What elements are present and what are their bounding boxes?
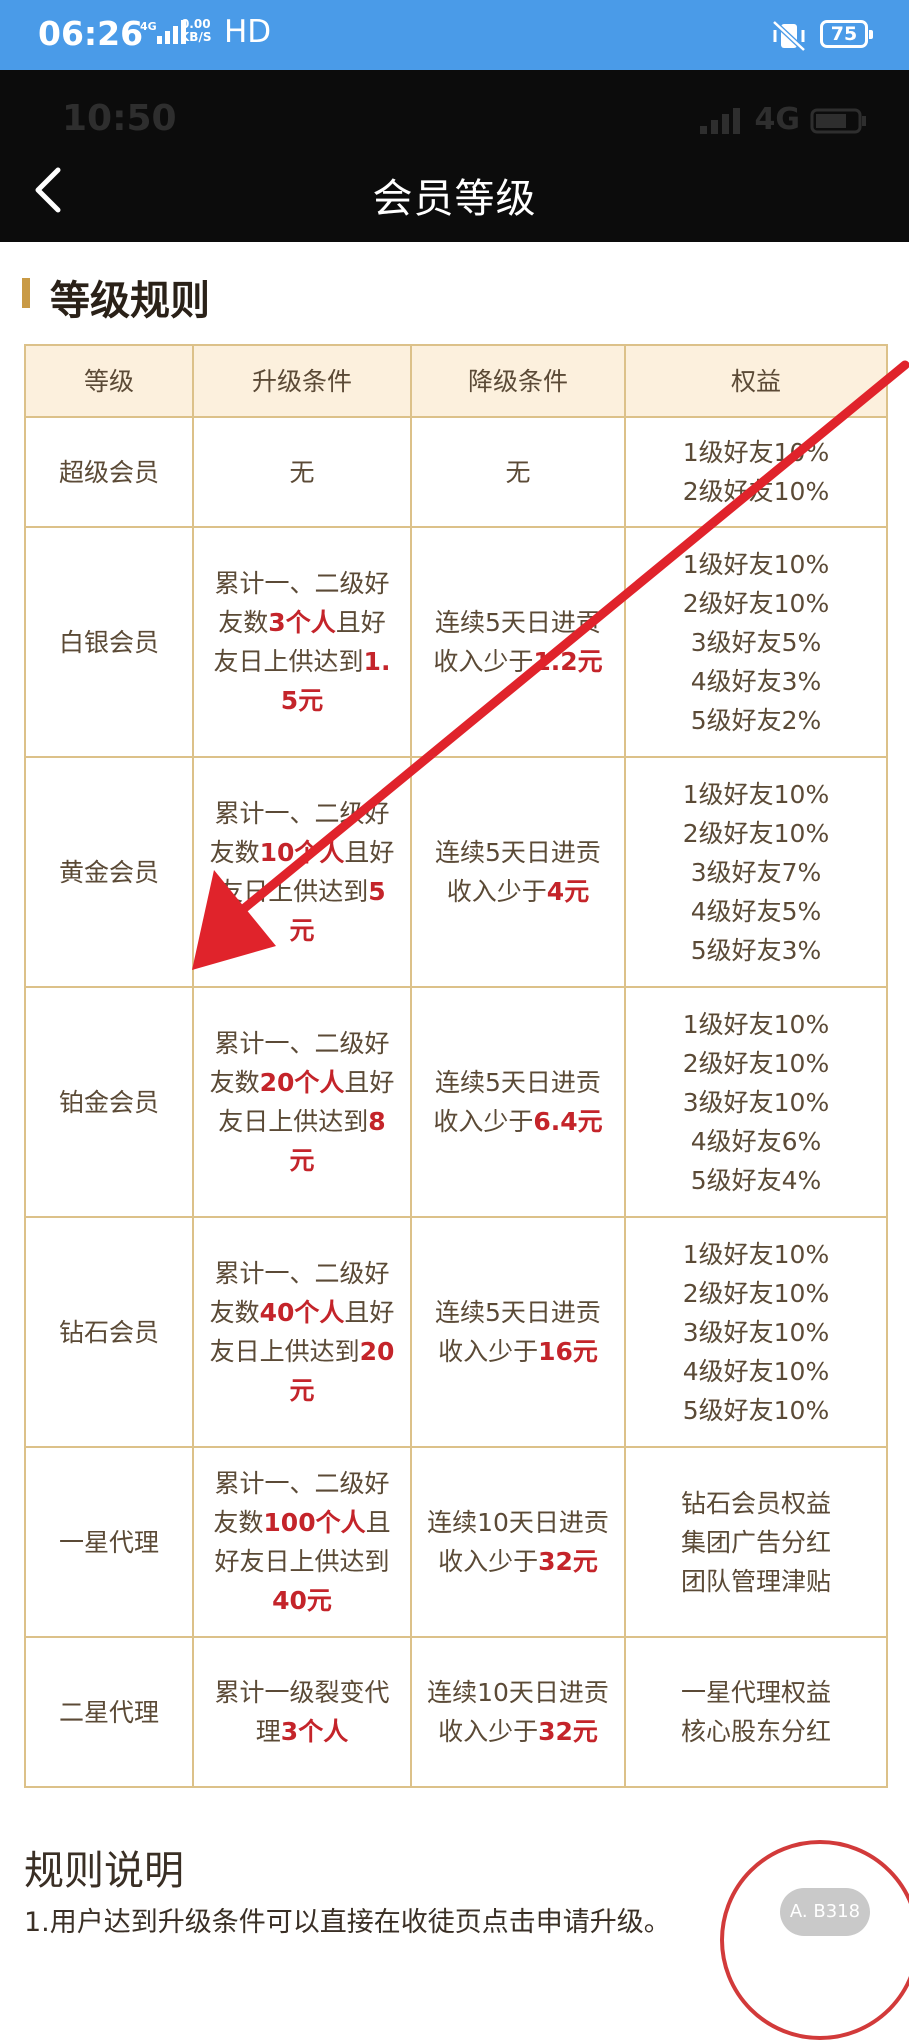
downgrade-condition: 连续5天日进贡收入少于1.2元 [410, 526, 626, 758]
upgrade-condition: 无 [192, 416, 412, 528]
level-name: 一星代理 [24, 1446, 194, 1638]
level-name: 白银会员 [24, 526, 194, 758]
downgrade-condition: 连续5天日进贡收入少于4元 [410, 756, 626, 988]
hd-indicator: HD [224, 14, 272, 50]
benefits: 1级好友10% 2级好友10% 3级好友10% 4级好友6% 5级好友4% [624, 986, 888, 1218]
table-row: 白银会员 累计一、二级好友数3个人且好友日上供达到1.5元 连续5天日进贡收入少… [24, 526, 888, 758]
level-rules-table: 等级 升级条件 降级条件 权益 超级会员 无 无 1级好友10% 2级好友10%… [24, 344, 888, 1788]
benefits: 1级好友10% 2级好友10% 3级好友10% 4级好友10% 5级好友10% [624, 1216, 888, 1448]
section-accent-bar [22, 278, 30, 308]
battery-icon: 75 [820, 20, 873, 48]
table-row: 二星代理 累计一级裂变代理3个人 连续10天日进贡收入少于32元 一星代理权益 … [24, 1636, 888, 1788]
rules-title: 规则说明 [24, 1848, 184, 1894]
downgrade-condition: 连续10天日进贡收入少于32元 [410, 1446, 626, 1638]
header-benefits: 权益 [624, 344, 888, 418]
level-name: 超级会员 [24, 416, 194, 528]
vibrate-mute-icon [772, 20, 806, 52]
upgrade-condition: 累计一、二级好友数100个人且好友日上供达到40元 [192, 1446, 412, 1638]
benefits: 1级好友10% 2级好友10% 3级好友5% 4级好友3% 5级好友2% [624, 526, 888, 758]
header-upgrade: 升级条件 [192, 344, 412, 418]
downgrade-condition: 连续5天日进贡收入少于6.4元 [410, 986, 626, 1218]
status-time: 06:26 [38, 14, 144, 53]
page-title: 会员等级 [372, 176, 537, 222]
table-row: 铂金会员 累计一、二级好友数20个人且好友日上供达到8元 连续5天日进贡收入少于… [24, 986, 888, 1218]
header-level: 等级 [24, 344, 194, 418]
benefits: 一星代理权益 核心股东分红 [624, 1636, 888, 1788]
benefits: 1级好友10% 2级好友10% [624, 416, 888, 528]
app-header: 10:50 4G 会员等级 [0, 70, 909, 242]
upgrade-condition: 累计一级裂变代理3个人 [192, 1636, 412, 1788]
network-label: 4G [140, 20, 157, 33]
table-header-row: 等级 升级条件 降级条件 权益 [24, 344, 888, 418]
level-name: 二星代理 [24, 1636, 194, 1788]
downgrade-condition: 无 [410, 416, 626, 528]
phone-status-bar: 06:26 4G 0.00 KB/S HD 75 [0, 0, 909, 70]
table-row: 超级会员 无 无 1级好友10% 2级好友10% [24, 416, 888, 528]
upgrade-condition: 累计一、二级好友数3个人且好友日上供达到1.5元 [192, 526, 412, 758]
downgrade-condition: 连续10天日进贡收入少于32元 [410, 1636, 626, 1788]
table-row: 钻石会员 累计一、二级好友数40个人且好友日上供达到20元 连续5天日进贡收入少… [24, 1216, 888, 1448]
benefits: 1级好友10% 2级好友10% 3级好友7% 4级好友5% 5级好友3% [624, 756, 888, 988]
upgrade-condition: 累计一、二级好友数40个人且好友日上供达到20元 [192, 1216, 412, 1448]
inner-status-time: 10:50 [62, 98, 177, 139]
benefits: 钻石会员权益 集团广告分红 团队管理津贴 [624, 1446, 888, 1638]
section-title: 等级规则 [50, 278, 210, 324]
level-name: 黄金会员 [24, 756, 194, 988]
upgrade-condition: 累计一、二级好友数10个人且好友日上供达到5元 [192, 756, 412, 988]
watermark-seal-text: A. B318 [780, 1888, 870, 1936]
network-speed: 0.00 KB/S [180, 17, 212, 44]
level-name: 钻石会员 [24, 1216, 194, 1448]
watermark-seal [720, 1840, 909, 2040]
table-row: 一星代理 累计一、二级好友数100个人且好友日上供达到40元 连续10天日进贡收… [24, 1446, 888, 1638]
upgrade-condition: 累计一、二级好友数20个人且好友日上供达到8元 [192, 986, 412, 1218]
inner-status-network: 4G [700, 102, 870, 137]
downgrade-condition: 连续5天日进贡收入少于16元 [410, 1216, 626, 1448]
header-downgrade: 降级条件 [410, 344, 626, 418]
level-name: 铂金会员 [24, 986, 194, 1218]
table-row: 黄金会员 累计一、二级好友数10个人且好友日上供达到5元 连续5天日进贡收入少于… [24, 756, 888, 988]
